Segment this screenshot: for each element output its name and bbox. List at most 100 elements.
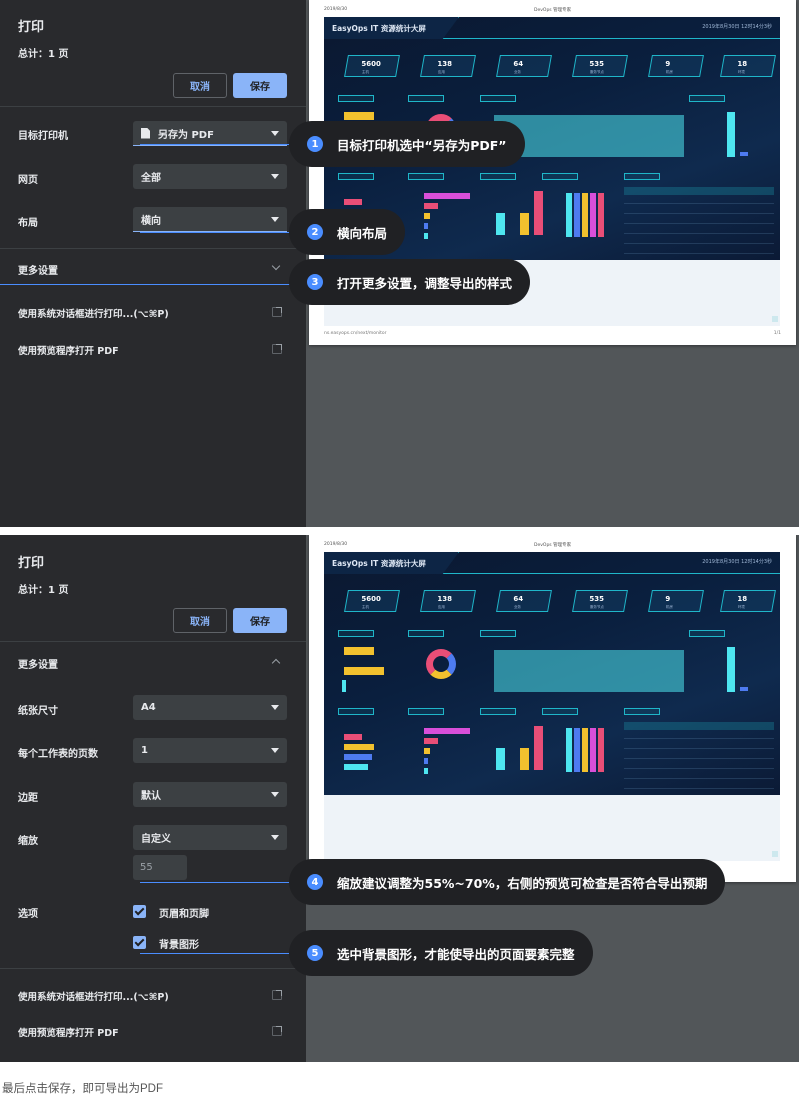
preview-page: 2019/8/30 DevOps 管理专家 EasyOps IT 资源统计大屏 … — [309, 535, 796, 882]
external-link-icon[interactable] — [272, 344, 282, 354]
chart-bar — [344, 734, 362, 740]
kpi-card: 138 应用 — [420, 55, 476, 77]
chart-chip — [408, 630, 444, 637]
pages-per-sheet-value: 1 — [141, 745, 148, 756]
area-chart — [494, 650, 684, 692]
chart-chip — [408, 708, 444, 715]
kpi-card: 18 环境 — [720, 55, 776, 77]
corner-mark — [772, 851, 778, 857]
chart-bar — [727, 112, 735, 157]
paper-size-value: A4 — [141, 702, 156, 713]
file-icon — [141, 127, 150, 139]
dashboard-title: EasyOps IT 资源统计大屏 — [332, 24, 426, 33]
external-link-icon[interactable] — [272, 307, 282, 317]
chart-bar — [342, 680, 346, 692]
margins-label: 边距 — [18, 793, 38, 804]
annotation-callout-4: 4 缩放建议调整为55%~70%，右侧的预览可检查是否符合导出预期 — [289, 859, 726, 905]
chart-bar — [582, 728, 588, 772]
kpi-card: 64 业务 — [496, 55, 552, 77]
annotation-text: 目标打印机选中“另存为PDF” — [337, 137, 507, 153]
chart-bar — [496, 213, 505, 235]
external-link-icon[interactable] — [272, 990, 282, 1000]
pages-per-sheet-select[interactable]: 1 — [133, 738, 287, 763]
chart-chip — [542, 173, 578, 180]
open-in-preview-link[interactable]: 使用预览程序打开 PDF — [18, 1025, 119, 1039]
chart-bar — [740, 687, 748, 691]
print-dialog-screenshot-1: 打印 总计：1 页 取消 保存 目标打印机 另存为 PDF 网页 全部 布局 横… — [0, 0, 799, 527]
divider — [0, 248, 306, 249]
chart-bar — [534, 191, 543, 235]
print-dialog-screenshot-2: 打印 总计：1 页 取消 保存 更多设置 纸张尺寸 A4 每个工作表的页数 1 … — [0, 535, 799, 1062]
chart-chip — [689, 630, 725, 637]
chart-bar — [424, 233, 428, 239]
destination-value: 另存为 PDF — [158, 129, 214, 141]
kpi-card: 5600 主机 — [344, 590, 400, 612]
paper-size-select[interactable]: A4 — [133, 695, 287, 720]
dashboard-title: EasyOps IT 资源统计大屏 — [332, 559, 426, 568]
chart-bar — [424, 728, 470, 734]
pages-label: 网页 — [18, 175, 38, 186]
save-button[interactable]: 保存 — [233, 73, 287, 98]
system-dialog-link[interactable]: 使用系统对话框进行打印...(⌥⌘P) — [18, 306, 169, 320]
save-button[interactable]: 保存 — [233, 608, 287, 633]
scale-value: 自定义 — [141, 834, 171, 845]
open-in-preview-link[interactable]: 使用预览程序打开 PDF — [18, 343, 119, 357]
layout-value: 横向 — [141, 215, 161, 227]
more-settings-toggle[interactable]: 更多设置 — [18, 262, 58, 277]
destination-select[interactable]: 另存为 PDF — [133, 121, 287, 146]
chart-chip — [480, 173, 516, 180]
headers-footers-checkbox[interactable] — [133, 905, 146, 918]
chart-chip — [480, 95, 516, 102]
annotation-connector — [140, 232, 300, 233]
chevron-down-icon[interactable] — [271, 261, 281, 271]
chart-bar — [590, 193, 596, 237]
page-footer-number: 1/1 — [773, 331, 781, 336]
chart-bar — [566, 728, 572, 772]
chart-bar — [424, 213, 430, 219]
chevron-down-icon — [271, 748, 279, 753]
dialog-title: 打印 — [18, 556, 45, 571]
chart-chip — [542, 708, 578, 715]
page-total: 总计：1 页 — [18, 585, 69, 596]
chart-chip — [408, 173, 444, 180]
chart-chip — [338, 173, 374, 180]
annotation-callout-2: 2 横向布局 — [289, 209, 406, 255]
page-total: 总计：1 页 — [18, 49, 69, 60]
kpi-card: 535 服务节点 — [572, 55, 628, 77]
caption-text: 最后点击保存，即可导出为PDF — [2, 1083, 163, 1095]
data-table-thumbnail — [624, 187, 774, 259]
annotation-text: 横向布局 — [337, 225, 388, 241]
page-footer-url: ns.easyops.cn/next/monitor — [324, 331, 387, 336]
kpi-card: 9 机房 — [648, 55, 704, 77]
background-graphics-label: 背景图形 — [159, 940, 199, 951]
system-dialog-link[interactable]: 使用系统对话框进行打印...(⌥⌘P) — [18, 989, 169, 1003]
cancel-button[interactable]: 取消 — [173, 73, 227, 98]
chart-bar — [740, 152, 748, 156]
chevron-up-icon[interactable] — [271, 658, 281, 668]
chevron-down-icon — [271, 131, 279, 136]
chart-chip — [480, 708, 516, 715]
chart-chip — [480, 630, 516, 637]
dashboard-header: EasyOps IT 资源统计大屏 2019年8月30日 12时14分3秒 — [324, 17, 780, 39]
chart-chip — [408, 95, 444, 102]
chart-bar — [424, 193, 470, 199]
layout-select[interactable]: 横向 — [133, 207, 287, 232]
cancel-button[interactable]: 取消 — [173, 608, 227, 633]
chevron-down-icon — [271, 705, 279, 710]
pages-select[interactable]: 全部 — [133, 164, 287, 189]
scale-input[interactable]: 55 — [133, 855, 187, 880]
more-settings-underline — [0, 284, 306, 285]
annotation-connector — [140, 882, 300, 883]
annotation-text: 选中背景图形，才能使导出的页面要素完整 — [337, 946, 575, 962]
chart-bar — [424, 203, 438, 209]
margins-select[interactable]: 默认 — [133, 782, 287, 807]
annotation-number: 2 — [307, 224, 323, 240]
external-link-icon[interactable] — [272, 1026, 282, 1036]
chart-bar — [344, 744, 374, 750]
chart-bar — [566, 193, 572, 237]
background-graphics-checkbox[interactable] — [133, 936, 146, 949]
annotation-connector — [140, 953, 300, 954]
more-settings-toggle[interactable]: 更多设置 — [18, 656, 58, 671]
chart-bar — [424, 738, 438, 744]
scale-select[interactable]: 自定义 — [133, 825, 287, 850]
